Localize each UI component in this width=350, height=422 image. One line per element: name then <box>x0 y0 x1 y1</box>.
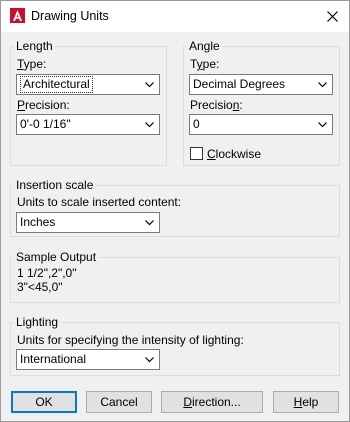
cancel-button[interactable]: Cancel <box>86 391 152 413</box>
length-type-label: Type: <box>17 57 47 71</box>
length-type-select[interactable]: Architectural <box>16 74 160 95</box>
chevron-down-icon <box>142 213 156 232</box>
clockwise-label[interactable]: Clockwise <box>207 147 261 161</box>
chevron-down-icon <box>142 350 156 369</box>
angle-type-label: Type: <box>190 57 220 71</box>
lighting-units-value: International <box>20 352 87 366</box>
lighting-units-select[interactable]: International <box>16 349 160 370</box>
insertion-units-select[interactable]: Inches <box>16 212 160 233</box>
angle-group-title: Angle <box>187 39 222 53</box>
length-type-value: Architectural <box>20 76 93 93</box>
insertion-units-value: Inches <box>20 215 56 229</box>
close-icon <box>326 11 338 22</box>
length-precision-label: Precision: <box>17 98 70 112</box>
ok-button[interactable]: OK <box>11 391 77 413</box>
length-precision-select[interactable]: 0'-0 1/16" <box>16 114 160 135</box>
lighting-group-title: Lighting <box>14 315 61 329</box>
length-precision-value: 0'-0 1/16" <box>20 117 71 131</box>
close-button[interactable] <box>315 1 349 32</box>
chevron-down-icon <box>142 75 156 94</box>
autocad-logo-icon <box>10 8 25 23</box>
insertion-scale-group-title: Insertion scale <box>14 178 96 192</box>
help-button[interactable]: Help <box>273 391 339 413</box>
lighting-units-label: Units for specifying the intensity of li… <box>17 333 244 347</box>
sample-output-group-title: Sample Output <box>14 250 99 264</box>
angle-precision-value: 0 <box>193 117 200 131</box>
angle-type-value: Decimal Degrees <box>193 77 286 91</box>
chevron-down-icon <box>142 115 156 134</box>
chevron-down-icon <box>315 75 329 94</box>
drawing-units-dialog: Drawing Units Length Type: Architectural… <box>0 0 350 422</box>
chevron-down-icon <box>315 115 329 134</box>
sample-output-line-2: 3"<45,0" <box>17 280 63 294</box>
angle-precision-select[interactable]: 0 <box>189 114 333 135</box>
window-title: Drawing Units <box>31 9 109 23</box>
insertion-units-label: Units to scale inserted content: <box>17 195 182 209</box>
direction-button[interactable]: Direction... <box>161 391 263 413</box>
length-group-title: Length <box>14 39 55 53</box>
sample-output-line-1: 1 1/2",2",0" <box>17 266 77 280</box>
clockwise-checkbox[interactable] <box>190 147 203 160</box>
angle-precision-label: Precision: <box>190 98 243 112</box>
angle-type-select[interactable]: Decimal Degrees <box>189 74 333 95</box>
title-bar: Drawing Units <box>1 1 349 32</box>
